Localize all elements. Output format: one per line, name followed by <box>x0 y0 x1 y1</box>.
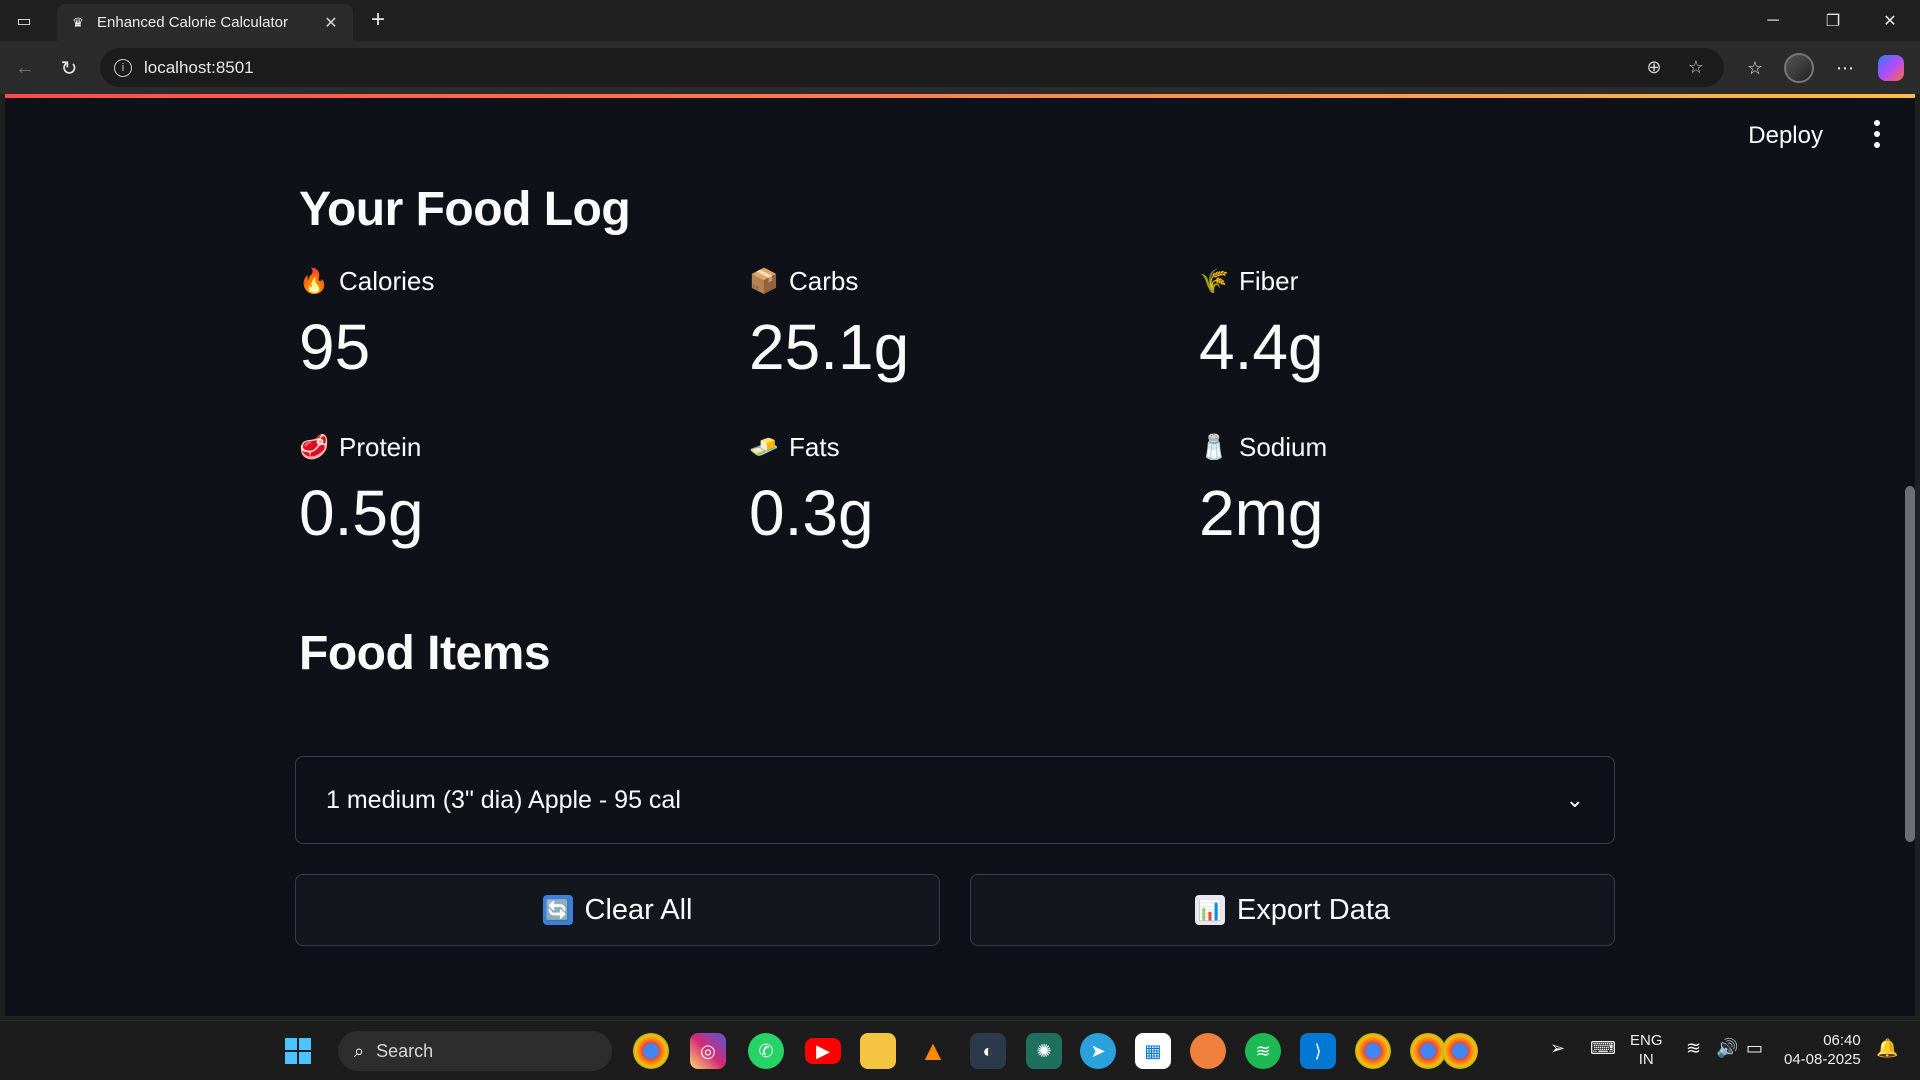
food-item-label: 1 medium (3" dia) Apple - 95 cal <box>326 785 681 814</box>
favorite-star-icon[interactable]: ☆ <box>1682 57 1710 78</box>
telegram-icon[interactable]: ➤ <box>1080 1033 1116 1069</box>
chrome-icon[interactable] <box>633 1033 669 1069</box>
refresh-icon: 🔄 <box>542 895 573 925</box>
metric-value: 2mg <box>1199 477 1324 549</box>
file-explorer-icon[interactable] <box>860 1033 896 1069</box>
bar-chart-icon: 📊 <box>1194 895 1225 925</box>
microsoft-store-icon[interactable]: ▦ <box>1135 1033 1171 1069</box>
app-view: Deploy Your Food Log 🔥 Calories 95 📦 Carbs… <box>5 94 1915 1016</box>
butter-icon: 🧈 <box>749 433 779 461</box>
chatgpt-icon[interactable]: ✺ <box>1026 1033 1062 1069</box>
chevron-down-icon: ⌄ <box>1565 787 1584 812</box>
wifi-icon[interactable]: ≋ <box>1686 1039 1701 1058</box>
clear-all-label: Clear All <box>584 893 693 926</box>
instagram-icon[interactable]: ◎ <box>690 1033 726 1069</box>
food-log-heading: Your Food Log <box>299 183 631 236</box>
region-code: IN <box>1638 1051 1654 1068</box>
metric-carbs: 📦 Carbs 25.1g <box>749 264 1189 383</box>
metric-label: Fiber <box>1239 265 1299 296</box>
close-window-icon[interactable]: ✕ <box>1862 0 1918 41</box>
windows-start-icon[interactable] <box>280 1033 316 1069</box>
tab-title: Enhanced Calorie Calculator <box>97 14 288 31</box>
address-bar[interactable]: i localhost:8501 ⊕ ☆ <box>100 48 1724 87</box>
metric-sodium: 🧂 Sodium 2mg <box>1199 430 1639 549</box>
copilot-icon[interactable] <box>1878 55 1904 81</box>
fire-icon: 🔥 <box>299 267 329 295</box>
scrollbar-thumb[interactable] <box>1905 486 1915 842</box>
metric-calories: 🔥 Calories 95 <box>299 264 739 383</box>
search-placeholder: Search <box>376 1040 434 1061</box>
chrome-profile-3-icon[interactable] <box>1442 1033 1478 1069</box>
spotify-icon[interactable]: ≋ <box>1245 1033 1281 1069</box>
taskbar-search[interactable]: ⌕ Search <box>338 1031 612 1071</box>
metric-value: 25.1g <box>749 311 910 383</box>
close-tab-icon[interactable]: ✕ <box>321 13 341 33</box>
browser-toolbar: ← ↻ i localhost:8501 ⊕ ☆ ☆ ⋯ <box>0 41 1920 94</box>
header-decoration-bar <box>5 94 1915 98</box>
clock-date: 04-08-2025 <box>1784 1051 1861 1068</box>
streamlit-favicon-icon: ♛ <box>72 14 84 30</box>
location-icon[interactable]: ➢ <box>1550 1039 1565 1058</box>
youtube-icon[interactable]: ▶ <box>805 1038 841 1064</box>
search-icon: ⌕ <box>354 1040 365 1061</box>
profile-avatar[interactable] <box>1784 53 1814 83</box>
food-item-expander[interactable]: 1 medium (3" dia) Apple - 95 cal ⌄ <box>295 756 1615 844</box>
zoom-icon[interactable]: ⊕ <box>1640 57 1668 78</box>
medal-icon[interactable] <box>1190 1033 1226 1069</box>
metric-fiber: 🌾 Fiber 4.4g <box>1199 264 1639 383</box>
export-data-button[interactable]: 📊 Export Data <box>970 874 1615 946</box>
deploy-button[interactable]: Deploy <box>1748 122 1823 150</box>
metric-label: Protein <box>339 431 422 462</box>
grain-icon: 🌾 <box>1199 267 1229 295</box>
browser-tab[interactable]: ♛ Enhanced Calorie Calculator ✕ <box>57 4 353 41</box>
metric-label: Calories <box>339 265 435 296</box>
volume-icon[interactable]: 🔊 <box>1716 1039 1738 1058</box>
keyboard-icon[interactable]: ⌨ <box>1590 1039 1616 1058</box>
browser-tab-strip: ▭ ♛ Enhanced Calorie Calculator ✕ + ─ ❐ … <box>0 0 1920 41</box>
package-icon: 📦 <box>749 267 779 295</box>
restore-icon[interactable]: ❐ <box>1805 0 1861 41</box>
back-icon[interactable]: ← <box>10 53 40 83</box>
metric-label: Sodium <box>1239 431 1328 462</box>
edge-icon[interactable]: ◐ <box>970 1033 1006 1069</box>
whatsapp-icon[interactable]: ✆ <box>748 1033 784 1069</box>
url-text: localhost:8501 <box>144 57 254 77</box>
metric-label: Carbs <box>789 265 859 296</box>
main-menu-icon[interactable] <box>1869 118 1885 150</box>
metric-value: 0.5g <box>299 477 424 549</box>
taskbar: ⌕ Search ◎ ✆ ▶ ▲ ◐ ✺ ➤ ▦ ≋ ⟩ ➢ ⌨ ENG IN … <box>0 1020 1920 1080</box>
metric-fats: 🧈 Fats 0.3g <box>749 430 1189 549</box>
battery-icon[interactable]: ▭ <box>1746 1039 1763 1058</box>
metric-protein: 🥩 Protein 0.5g <box>299 430 739 549</box>
language-indicator[interactable]: ENG IN <box>1630 1031 1663 1069</box>
new-tab-icon[interactable]: + <box>364 6 392 34</box>
meat-icon: 🥩 <box>299 433 329 461</box>
clock[interactable]: 06:40 04-08-2025 <box>1784 1031 1861 1069</box>
vlc-icon[interactable]: ▲ <box>915 1033 951 1069</box>
vscode-icon[interactable]: ⟩ <box>1300 1033 1336 1069</box>
metric-value: 0.3g <box>749 477 874 549</box>
refresh-icon[interactable]: ↻ <box>54 53 84 83</box>
export-data-label: Export Data <box>1236 893 1391 926</box>
minimize-icon[interactable]: ─ <box>1745 0 1801 41</box>
site-info-icon[interactable]: i <box>114 58 132 77</box>
metric-value: 4.4g <box>1199 311 1324 383</box>
favorites-icon[interactable]: ☆ <box>1740 53 1770 83</box>
salt-icon: 🧂 <box>1199 433 1229 461</box>
notification-bell-icon[interactable]: 🔔 <box>1876 1039 1898 1058</box>
chrome-profile-icon[interactable] <box>1355 1033 1391 1069</box>
food-items-heading: Food Items <box>299 627 551 680</box>
metric-value: 95 <box>299 311 371 383</box>
clear-all-button[interactable]: 🔄 Clear All <box>295 874 940 946</box>
clock-time: 06:40 <box>1823 1032 1861 1049</box>
metric-label: Fats <box>789 431 840 462</box>
chrome-profile-2-icon[interactable] <box>1410 1033 1446 1069</box>
language-code: ENG <box>1630 1032 1663 1049</box>
more-options-icon[interactable]: ⋯ <box>1830 53 1860 83</box>
tab-actions-icon[interactable]: ▭ <box>12 10 36 32</box>
